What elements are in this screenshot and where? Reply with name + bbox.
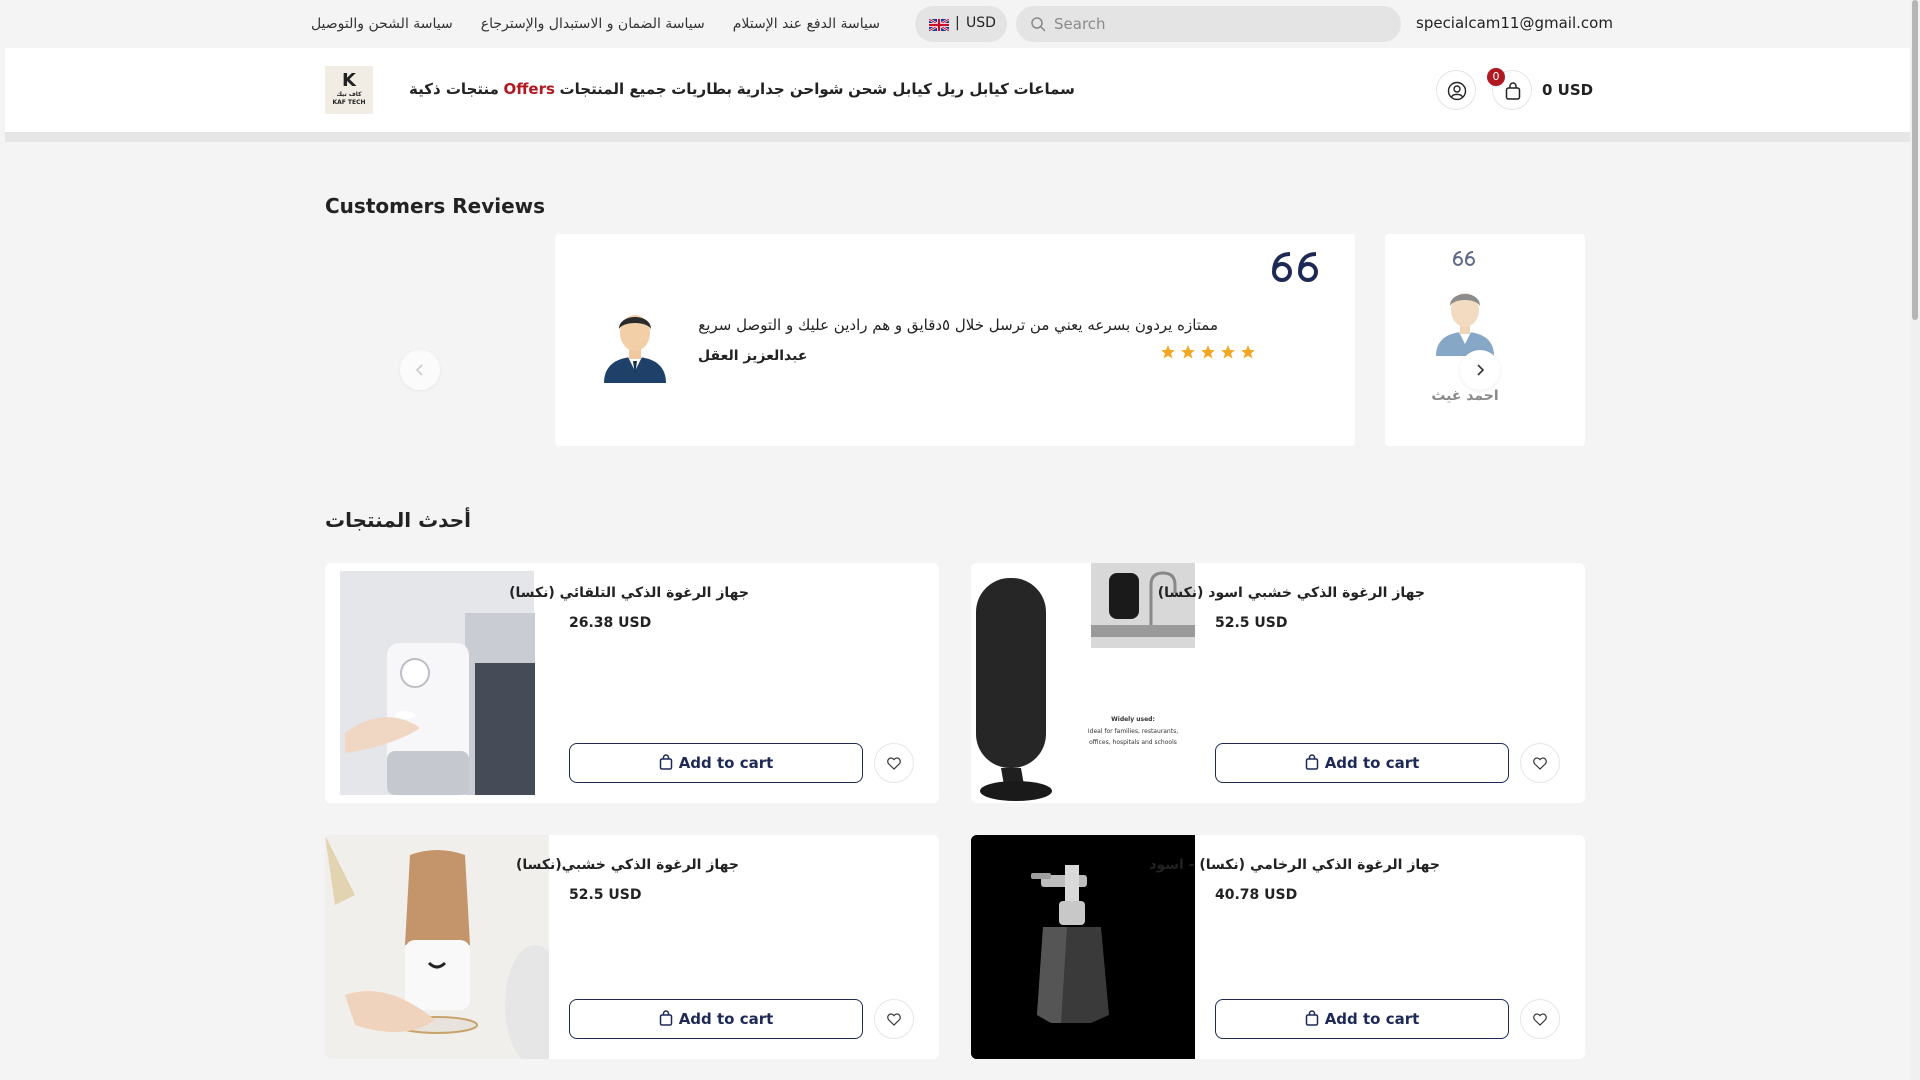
cart-count-badge: 0 — [1487, 68, 1505, 86]
main-nav: سماعات كيابل ريل كيابل شحن شواحن جدارية … — [409, 80, 1075, 98]
policy-link-shipping[interactable]: سياسة الشحن والتوصيل — [297, 16, 467, 32]
site-logo[interactable]: K كاف تيك KAF TECH — [325, 66, 373, 114]
reviewer-name: احمد غيث — [1431, 388, 1499, 404]
nav-item-wall-chargers[interactable]: شواحن جدارية — [737, 80, 844, 98]
star-icon — [1241, 345, 1255, 359]
product-title[interactable]: جهاز الرغوة الذكي التلقائي (نكسا) — [509, 585, 749, 601]
add-to-cart-button[interactable]: Add to cart — [1215, 999, 1509, 1039]
review-rating — [1160, 344, 1256, 360]
nav-item-batteries[interactable]: بطاريات — [671, 80, 732, 98]
add-to-cart-label: Add to cart — [1324, 1010, 1420, 1028]
review-text: ممتازه يردون بسرعه يعني من ترسل خلال ٥دق… — [698, 316, 1218, 334]
scrollbar-thumb[interactable] — [1912, 0, 1918, 320]
product-card: جهاز الرغوة الذكي خشبي(نكسا) 52.5 USD Ad… — [325, 835, 939, 1059]
product-title[interactable]: جهاز الرغوة الذكي خشبي(نكسا) — [516, 857, 739, 873]
cart-total: 0 USD — [1542, 81, 1594, 99]
account-button[interactable] — [1436, 70, 1476, 110]
heart-icon — [1533, 757, 1547, 770]
top-bar: سياسة الدفع عند الإستلام سياسة الضمان و … — [0, 0, 1910, 48]
product-title[interactable]: جهاز الرغوة الذكي خشبي اسود (نكسا) — [1158, 585, 1425, 601]
heart-icon — [1533, 1013, 1547, 1026]
shopping-bag-icon — [1305, 1010, 1318, 1026]
contact-email[interactable]: specialcam11@gmail.com — [1416, 14, 1613, 32]
product-price: 52.5 USD — [1215, 615, 1288, 631]
wishlist-button[interactable] — [874, 743, 914, 783]
product-card: جهاز الرغوة الذكي التلقائي (نكسا) 26.38 … — [325, 563, 939, 803]
image-caption-line1: Widely used: — [1111, 716, 1155, 723]
search-icon[interactable] — [1030, 16, 1046, 32]
star-icon — [1201, 345, 1215, 359]
product-price: 52.5 USD — [569, 887, 642, 903]
logo-english: KAF TECH — [332, 99, 366, 106]
shopping-bag-icon — [1505, 82, 1521, 100]
reviewer-avatar — [604, 315, 666, 383]
review-card — [555, 234, 1355, 446]
shopping-bag-icon — [659, 754, 672, 770]
search-bar — [1016, 6, 1401, 42]
product-title[interactable]: جهاز الرغوة الذكي الرخامي (نكسا) - اسود — [1149, 857, 1440, 873]
currency-code: USD — [966, 15, 996, 31]
star-icon — [1221, 345, 1235, 359]
add-to-cart-button[interactable]: Add to cart — [1215, 743, 1509, 783]
add-to-cart-button[interactable]: Add to cart — [569, 743, 863, 783]
heart-icon — [887, 1013, 901, 1026]
logo-arabic: كاف تيك — [336, 91, 362, 98]
chevron-right-icon — [1477, 364, 1485, 376]
reviews-prev-button[interactable] — [400, 350, 440, 390]
wishlist-button[interactable] — [874, 999, 914, 1039]
currency-separator: | — [955, 15, 960, 31]
add-to-cart-label: Add to cart — [678, 754, 774, 772]
heart-icon — [887, 757, 901, 770]
add-to-cart-button[interactable]: Add to cart — [569, 999, 863, 1039]
product-price: 26.38 USD — [569, 615, 652, 631]
nav-item-offers[interactable]: Offers — [504, 80, 555, 98]
quote-icon — [1272, 252, 1319, 282]
add-to-cart-label: Add to cart — [1324, 754, 1420, 772]
product-price: 40.78 USD — [1215, 887, 1298, 903]
wishlist-button[interactable] — [1520, 999, 1560, 1039]
image-caption-line3: offices, hospitals and schools — [1089, 739, 1177, 746]
policy-links: سياسة الدفع عند الإستلام سياسة الضمان و … — [311, 14, 894, 34]
page-scrollbar[interactable] — [1910, 0, 1920, 1080]
policy-link-warranty[interactable]: سياسة الضمان و الاستبدال والإسترجاع — [467, 16, 719, 32]
wishlist-button[interactable] — [1520, 743, 1560, 783]
star-icon — [1161, 345, 1175, 359]
nav-item-charging-cables[interactable]: كيابل شحن — [848, 80, 932, 98]
product-card: جهاز الرغوة الذكي الرخامي (نكسا) - اسود … — [971, 835, 1585, 1059]
reviews-title: Customers Reviews — [325, 194, 546, 218]
add-to-cart-label: Add to cart — [678, 1010, 774, 1028]
logo-mark: K — [342, 70, 356, 91]
user-icon — [1447, 81, 1467, 101]
shopping-bag-icon — [659, 1010, 672, 1026]
chevron-left-icon — [415, 364, 423, 376]
nav-item-headphones[interactable]: سماعات — [1014, 80, 1075, 98]
shopping-bag-icon — [1305, 754, 1318, 770]
currency-selector[interactable]: | USD — [915, 6, 1007, 42]
image-caption-line2: Ideal for families, restaurants, — [1088, 728, 1178, 735]
nav-item-all-products[interactable]: جميع المنتجات — [560, 80, 667, 98]
reviews-next-button[interactable] — [1460, 350, 1500, 390]
search-input[interactable] — [1054, 12, 1384, 36]
nav-item-reel-cables[interactable]: كيابل ريل — [937, 80, 1009, 98]
star-icon — [1181, 345, 1195, 359]
uk-flag-icon — [929, 19, 949, 31]
reviewer-name: عبدالعزيز العقل — [698, 348, 808, 364]
product-card: Widely used: Ideal for families, restaur… — [971, 563, 1585, 803]
nav-item-smart-products[interactable]: منتجات ذكية — [409, 80, 499, 98]
policy-link-cod[interactable]: سياسة الدفع عند الإستلام — [719, 16, 894, 32]
reviewer-avatar — [1436, 293, 1494, 356]
quote-icon — [1453, 251, 1476, 266]
header-divider — [5, 132, 1910, 142]
latest-products-title: أحدث المنتجات — [325, 508, 472, 532]
